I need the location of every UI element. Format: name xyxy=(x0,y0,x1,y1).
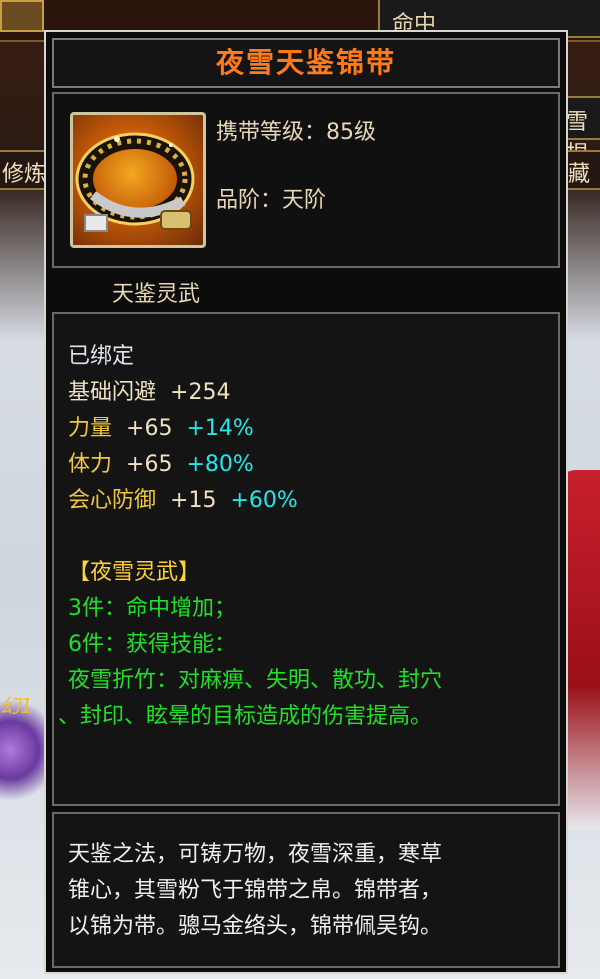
carry-level-text: 携带等级：85级 xyxy=(216,120,376,145)
stat-label: 力量 xyxy=(68,416,113,441)
stat-label: 会心防御 xyxy=(68,488,157,513)
stat-percent: +14% xyxy=(186,416,254,441)
stat-row: 体力 +65 +80% xyxy=(68,446,254,478)
stat-percent: +80% xyxy=(186,452,254,477)
item-tooltip: 夜雪天鉴锦带 携带等级：85级 品阶：天阶 天鉴灵武 已绑定 基础闪避 +254 xyxy=(44,30,568,974)
stat-value: +15 xyxy=(170,488,217,513)
stat-percent: +60% xyxy=(230,488,298,513)
stat-row: 力量 +65 +14% xyxy=(68,410,254,442)
grade-text: 品阶：天阶 xyxy=(216,188,327,213)
description-line: 以锦为带。骢马金络头，锦带佩吴钩。 xyxy=(68,914,443,939)
stat-value: +254 xyxy=(170,380,231,405)
stat-value: +65 xyxy=(126,416,173,441)
right-tab-2-label: 藏 xyxy=(568,162,591,187)
set-name: 天鉴灵武 xyxy=(112,282,201,307)
stat-row: 会心防御 +15 +60% xyxy=(68,482,298,514)
stats-panel: 已绑定 基础闪避 +254 力量 +65 +14% 体力 +65 +80% 会心防御 +15… xyxy=(52,312,560,806)
description-line: 天鉴之法，可铸万物，夜雪深重，寒草 xyxy=(68,842,443,867)
item-title: 夜雪天鉴锦带 xyxy=(215,46,396,79)
skill-line-1: 夜雪折竹：对麻痹、失明、散功、封穴 xyxy=(68,668,443,693)
golden-belt-icon xyxy=(70,112,206,248)
set-bonus-3: 3件：命中增加； xyxy=(68,596,236,621)
set-name-row: 天鉴灵武 xyxy=(52,270,560,310)
description-panel: 天鉴之法，可铸万物，夜雪深重，寒草 锥心，其雪粉飞于锦带之帛。锦带者， 以锦为带… xyxy=(52,812,560,968)
left-tab-label: 修炼 xyxy=(2,162,47,187)
set-bonus-6: 6件：获得技能： xyxy=(68,632,236,657)
top-left-icon[interactable] xyxy=(0,0,44,32)
stat-label: 体力 xyxy=(68,452,113,477)
set-title: 【夜雪灵武】 xyxy=(68,560,201,585)
stat-value: +65 xyxy=(126,452,173,477)
description-line: 锥心，其雪粉飞于锦带之帛。锦带者， xyxy=(68,878,443,903)
skill-line-2: 、封印、眩晕的目标造成的伤害提高。 xyxy=(58,704,433,729)
stat-row: 基础闪避 +254 xyxy=(68,374,230,406)
bound-status: 已绑定 xyxy=(68,344,135,369)
tooltip-title-bar: 夜雪天鉴锦带 xyxy=(52,38,560,88)
item-header-panel: 携带等级：85级 品阶：天阶 xyxy=(52,92,560,268)
left-decor-text: 幻1 xyxy=(0,694,33,718)
stat-label: 基础闪避 xyxy=(68,380,157,405)
